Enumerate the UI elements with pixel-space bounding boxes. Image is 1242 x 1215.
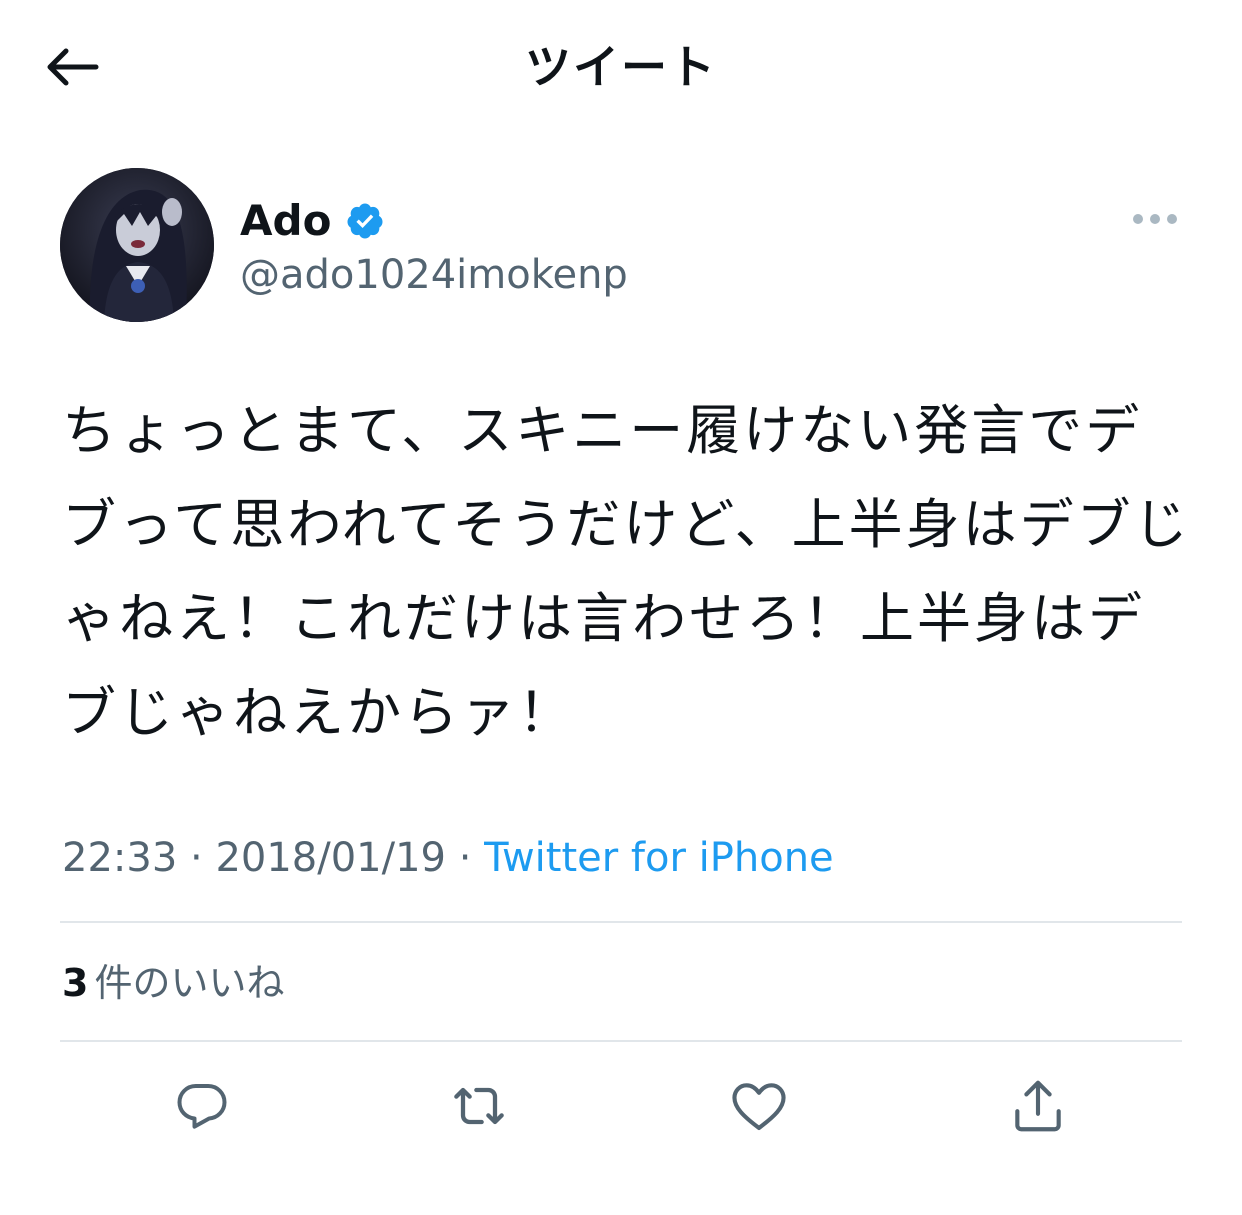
avatar[interactable] bbox=[60, 168, 214, 322]
verified-badge-icon bbox=[347, 203, 383, 239]
tweet-text: ちょっとまて、スキニー履けない発言でデブって思われてそうだけど、上半身はデブじゃ… bbox=[62, 399, 1191, 744]
author-handle[interactable]: @ado1024imokenp bbox=[240, 248, 628, 302]
retweet-button[interactable] bbox=[447, 1074, 511, 1138]
meta-separator: · bbox=[190, 835, 203, 881]
likes-count: 3 bbox=[62, 961, 89, 1005]
avatar-image bbox=[60, 168, 214, 322]
likes-link[interactable]: 3 件のいいね bbox=[62, 956, 284, 1010]
display-name[interactable]: Ado bbox=[240, 194, 331, 248]
retweet-icon bbox=[454, 1087, 504, 1125]
reply-icon bbox=[177, 1084, 227, 1129]
action-bar bbox=[0, 1074, 1242, 1138]
like-button[interactable] bbox=[727, 1074, 791, 1138]
tweet-date: 2018/01/19 bbox=[215, 835, 446, 881]
heart-icon bbox=[732, 1083, 786, 1131]
more-horizontal-icon bbox=[1133, 214, 1177, 224]
share-button[interactable] bbox=[1006, 1074, 1070, 1138]
verified-badge bbox=[345, 201, 385, 241]
reply-button[interactable] bbox=[170, 1074, 234, 1138]
share-icon bbox=[1015, 1080, 1061, 1132]
likes-label: 件のいいね bbox=[94, 961, 285, 1005]
more-options-button[interactable] bbox=[1124, 198, 1186, 240]
meta-separator: · bbox=[458, 835, 472, 881]
author-name-row: Ado bbox=[240, 194, 385, 248]
tweet-time: 22:33 bbox=[62, 835, 178, 881]
tweet-meta: 22:33 · 2018/01/19 · Twitter for iPhone bbox=[62, 830, 834, 886]
tweet-source-link[interactable]: Twitter for iPhone bbox=[484, 835, 834, 881]
divider bbox=[60, 921, 1182, 923]
top-bar: ツイート bbox=[0, 0, 1242, 135]
page-title: ツイート bbox=[525, 40, 717, 94]
divider bbox=[60, 1040, 1182, 1042]
